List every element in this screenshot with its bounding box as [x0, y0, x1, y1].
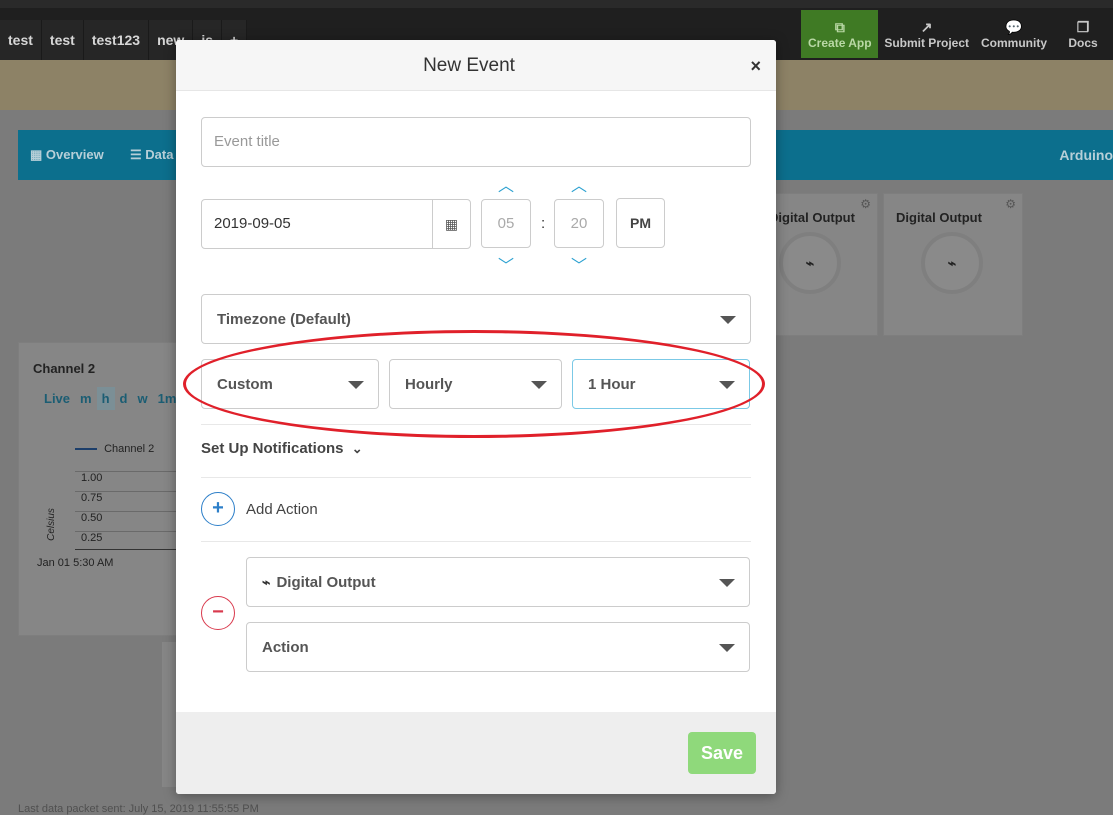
repeat-mode-select[interactable]: Custom [201, 359, 379, 409]
event-title-input[interactable]: Event title [201, 117, 751, 167]
chat-icon: 💬 [1005, 19, 1023, 35]
project-tab[interactable]: test [0, 20, 42, 60]
add-action-button[interactable]: + [201, 492, 235, 526]
overview-icon: ▦ [30, 147, 43, 162]
chart-title: Channel 2 [33, 361, 96, 376]
caret-down-icon [719, 579, 735, 587]
docs-button[interactable]: ❐ Docs [1053, 10, 1113, 58]
y-tick-label: 0.25 [75, 531, 179, 544]
modal-title: New Event [423, 55, 515, 76]
date-value: 2019-09-05 [214, 215, 291, 232]
caret-down-icon [531, 381, 547, 389]
interval-label: 1 Hour [588, 376, 636, 393]
frequency-label: Hourly [405, 376, 453, 393]
date-input[interactable]: 2019-09-05 ▦ [201, 199, 471, 249]
minute-up-chevron-icon[interactable]: ︿ [554, 172, 604, 196]
create-app-icon: ⧉ [834, 19, 845, 35]
range-option[interactable]: w [132, 387, 152, 410]
close-icon[interactable]: × [750, 56, 761, 77]
last-packet-status: Last data packet sent: July 15, 2019 11:… [18, 803, 259, 815]
divider [201, 424, 751, 425]
hour-up-chevron-icon[interactable]: ︿ [481, 172, 531, 196]
divider [201, 477, 751, 478]
overview-tab[interactable]: ▦ Overview [30, 147, 104, 163]
project-tab[interactable]: test [41, 20, 84, 60]
range-option[interactable]: m [75, 387, 97, 410]
modal-header: New Event × [176, 40, 776, 91]
share-icon: ↗ [920, 19, 933, 35]
hour-input[interactable]: 05 [481, 199, 531, 248]
docs-icon: ❐ [1076, 19, 1090, 35]
caret-down-icon [719, 381, 735, 389]
database-icon: ☰ [130, 147, 142, 162]
project-tab[interactable]: test123 [83, 20, 150, 60]
new-event-modal: New Event × Event title 2019-09-05 ▦ ︿ 0… [176, 40, 776, 794]
y-tick-label: 0.50 [75, 511, 179, 524]
hour-down-chevron-icon[interactable]: ﹀ [481, 252, 531, 276]
gear-icon[interactable]: ⚙ [1005, 197, 1016, 211]
overview-label: Overview [45, 147, 104, 162]
gear-icon[interactable]: ⚙ [860, 197, 871, 211]
x-axis-line [75, 549, 179, 550]
wave-output-icon[interactable]: ⌁ [921, 232, 983, 294]
chevron-down-icon: ⌄ [351, 441, 363, 456]
range-option[interactable]: d [115, 387, 133, 410]
chart-widget: Channel 2 Live m h d w 1m Channel 2 1.00… [18, 342, 181, 636]
timezone-select[interactable]: Timezone (Default) [201, 294, 751, 344]
x-tick-label: Jan 01 5:30 AM [37, 557, 114, 569]
wave-output-icon[interactable]: ⌁ [779, 232, 841, 294]
timezone-label: Timezone (Default) [217, 311, 351, 328]
action-device-select[interactable]: ⌁ Digital Output [246, 557, 750, 607]
submit-project-label: Submit Project [884, 36, 969, 50]
device-name: Arduino [1059, 147, 1113, 163]
submit-project-button[interactable]: ↗ Submit Project [878, 10, 975, 58]
save-button[interactable]: Save [688, 732, 756, 774]
calendar-icon[interactable]: ▦ [432, 200, 470, 248]
community-label: Community [981, 36, 1047, 50]
y-tick-label: 1.00 [75, 471, 179, 484]
add-action-label[interactable]: Add Action [246, 501, 318, 518]
wave-output-icon: ⌁ [262, 574, 271, 590]
caret-down-icon [719, 644, 735, 652]
widget-title: Digital Output [896, 210, 982, 225]
digital-output-widget[interactable]: Digital Output ⚙ ⌁ [883, 193, 1023, 336]
action-device-text: Digital Output [276, 574, 376, 591]
create-app-label: Create App [808, 36, 872, 50]
notifications-label: Set Up Notifications [201, 440, 344, 457]
create-app-button[interactable]: ⧉ Create App [801, 10, 879, 58]
range-option[interactable]: h [96, 387, 115, 410]
widget-title: Digital Output [769, 210, 855, 225]
docs-label: Docs [1068, 36, 1098, 50]
modal-footer: Save [176, 712, 776, 794]
minute-input[interactable]: 20 [554, 199, 604, 248]
top-nav: ⧉ Create App ↗ Submit Project 💬 Communit… [801, 10, 1113, 58]
y-tick-label: 0.75 [75, 491, 179, 504]
action-device-label: ⌁ Digital Output [262, 574, 376, 591]
caret-down-icon [348, 381, 364, 389]
background-panel [162, 642, 176, 787]
caret-down-icon [720, 316, 736, 324]
remove-action-button[interactable]: − [201, 596, 235, 630]
notifications-toggle[interactable]: Set Up Notifications ⌄ [201, 440, 363, 457]
legend-swatch [75, 448, 97, 451]
data-tab[interactable]: ☰ Data [130, 147, 173, 163]
range-option[interactable]: Live [39, 387, 75, 410]
action-label: Action [262, 639, 309, 656]
legend-label: Channel 2 [104, 443, 155, 455]
chart-legend: Channel 2 [75, 443, 154, 455]
data-label: Data [145, 147, 174, 162]
repeat-mode-label: Custom [217, 376, 273, 393]
range-selector: Live m h d w 1m [39, 387, 181, 410]
frequency-select[interactable]: Hourly [389, 359, 562, 409]
time-separator: : [541, 215, 546, 232]
interval-select[interactable]: 1 Hour [572, 359, 750, 409]
action-select[interactable]: Action [246, 622, 750, 672]
ampm-toggle[interactable]: PM [616, 198, 665, 248]
minute-down-chevron-icon[interactable]: ﹀ [554, 252, 604, 276]
y-axis-label: Celsius [45, 508, 57, 541]
community-button[interactable]: 💬 Community [975, 10, 1053, 58]
divider [201, 541, 751, 542]
browser-top-strip [0, 0, 1113, 8]
